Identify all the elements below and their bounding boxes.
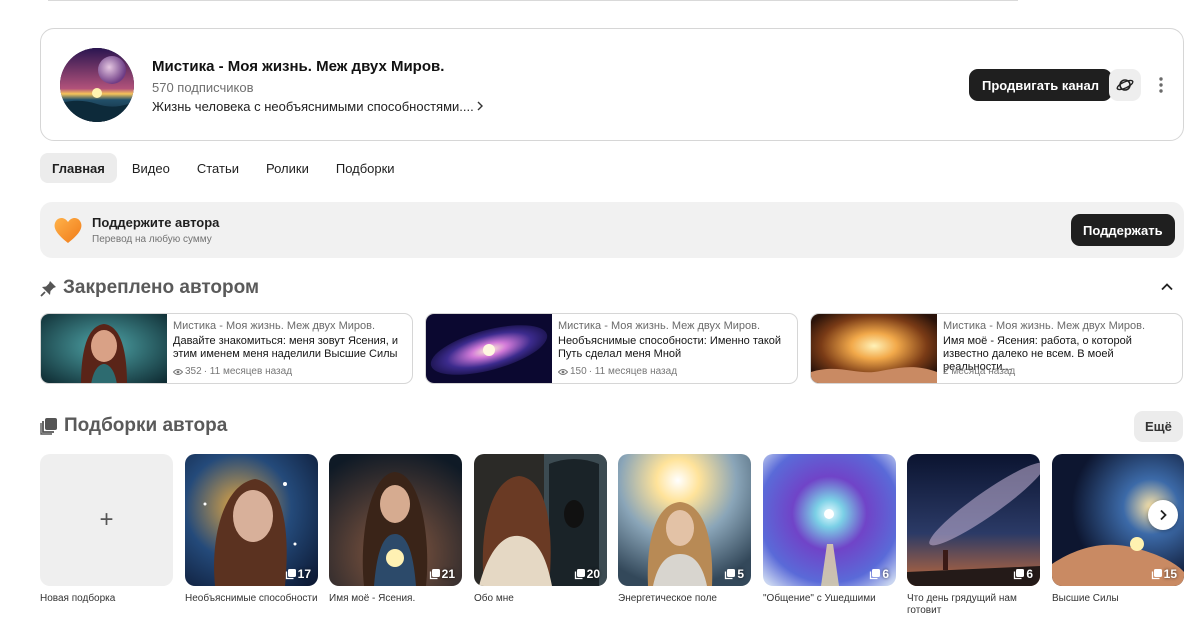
- view-count: 352: [185, 366, 202, 377]
- collection-count-value: 6: [882, 567, 889, 581]
- collection-count: 5: [724, 567, 744, 581]
- publish-time: · 11 месяцев назад: [203, 366, 293, 377]
- tab-collections[interactable]: Подборки: [324, 153, 407, 183]
- channel-description-text: Жизнь человека с необъяснимыми способнос…: [152, 98, 474, 114]
- stack-icon: [429, 568, 440, 579]
- collection-count-value: 20: [586, 567, 600, 581]
- planet-icon: [1116, 79, 1134, 91]
- chevron-right-icon: [476, 98, 484, 114]
- stack-icon: [870, 568, 881, 579]
- new-collection-button[interactable]: +: [40, 454, 173, 586]
- channel-tabs: Главная Видео Статьи Ролики Подборки: [40, 153, 410, 183]
- pinned-card[interactable]: Мистика - Моя жизнь. Меж двух Миров. Дав…: [40, 313, 413, 384]
- planet-button[interactable]: [1109, 69, 1141, 101]
- pinned-section-heading: Закреплено автором: [40, 277, 259, 299]
- pinned-title: Необъяснимые способности: Именно такой П…: [558, 335, 782, 360]
- subscriber-count: 570 подписчиков: [152, 80, 254, 95]
- more-options-button[interactable]: [1149, 69, 1173, 101]
- publish-time: · 11 месяцев назад: [588, 366, 678, 377]
- support-button[interactable]: Поддержать: [1071, 214, 1175, 246]
- collection-label: Необъяснимые способности: [185, 593, 318, 604]
- pinned-meta: 352 · 11 месяцев назад: [173, 366, 292, 377]
- collection-stack-icon: [40, 418, 57, 435]
- eye-icon: [173, 368, 183, 375]
- pinned-channel-name: Мистика - Моя жизнь. Меж двух Миров.: [943, 320, 1146, 332]
- collection-tile[interactable]: 5: [618, 454, 751, 586]
- collections-section-heading: Подборки автора: [40, 415, 227, 437]
- chevron-right-icon: [1160, 509, 1167, 521]
- collection-tile[interactable]: 6: [907, 454, 1040, 586]
- plus-icon: +: [99, 506, 114, 533]
- tab-main[interactable]: Главная: [40, 153, 117, 183]
- chevron-up-icon[interactable]: [1160, 280, 1174, 294]
- channel-description[interactable]: Жизнь человека с необъяснимыми способнос…: [152, 98, 484, 114]
- more-collections-button[interactable]: Ещё: [1134, 411, 1183, 442]
- pin-icon: [40, 280, 56, 297]
- pinned-meta: 150 · 11 месяцев назад: [558, 366, 677, 377]
- collection-tile[interactable]: 17: [185, 454, 318, 586]
- kebab-menu-icon: [1159, 77, 1163, 93]
- collection-count: 6: [869, 567, 889, 581]
- pinned-meta: 2 месяца назад: [943, 366, 1015, 377]
- pinned-thumbnail: [41, 314, 167, 383]
- support-subtitle: Перевод на любую сумму: [92, 234, 212, 245]
- pinned-card[interactable]: Мистика - Моя жизнь. Меж двух Миров. Нео…: [425, 313, 798, 384]
- pinned-thumbnail: [811, 314, 937, 383]
- view-count: 150: [570, 366, 587, 377]
- support-author-banner: Поддержите автора Перевод на любую сумму…: [40, 202, 1184, 258]
- collection-count: 15: [1151, 567, 1177, 581]
- collection-label: "Общение" с Ушедшими: [763, 593, 876, 604]
- pinned-title: Давайте знакомиться: меня зовут Ясения, …: [173, 335, 398, 360]
- pinned-heading-text: Закреплено автором: [63, 277, 260, 298]
- pinned-card[interactable]: Мистика - Моя жизнь. Меж двух Миров. Имя…: [810, 313, 1183, 384]
- collection-count: 6: [1013, 567, 1033, 581]
- support-title: Поддержите автора: [92, 215, 220, 230]
- collection-label: Высшие Силы: [1052, 593, 1119, 604]
- new-collection-label: Новая подборка: [40, 593, 116, 604]
- publish-time: 2 месяца назад: [943, 366, 1016, 377]
- channel-avatar[interactable]: [60, 48, 134, 122]
- stack-icon: [1014, 568, 1025, 579]
- collection-count: 17: [285, 567, 311, 581]
- collections-heading-text: Подборки автора: [64, 415, 228, 436]
- pinned-channel-name: Мистика - Моя жизнь. Меж двух Миров.: [173, 320, 376, 332]
- carousel-next-button[interactable]: [1148, 500, 1178, 530]
- collection-label: Что день грядущий нам готовит: [907, 593, 1017, 616]
- collection-count-value: 15: [1163, 567, 1177, 581]
- eye-icon: [558, 368, 568, 375]
- stack-icon: [725, 568, 736, 579]
- collection-count-value: 6: [1026, 567, 1033, 581]
- collection-tile[interactable]: 21: [329, 454, 462, 586]
- top-divider: [48, 0, 1018, 1]
- promote-channel-button[interactable]: Продвигать канал: [969, 69, 1112, 101]
- channel-header-card: Мистика - Моя жизнь. Меж двух Миров. 570…: [40, 28, 1184, 141]
- pinned-thumbnail: [426, 314, 552, 383]
- collection-count-value: 5: [737, 567, 744, 581]
- stack-icon: [574, 568, 585, 579]
- collection-count: 21: [429, 567, 455, 581]
- collection-tile[interactable]: 6: [763, 454, 896, 586]
- collection-label: Обо мне: [474, 593, 514, 604]
- stack-icon: [285, 568, 296, 579]
- collection-tile[interactable]: 20: [474, 454, 607, 586]
- collection-label: Имя моё - Ясения.: [329, 593, 416, 604]
- collection-label: Энергетическое поле: [618, 593, 717, 604]
- heart-icon: [54, 217, 82, 243]
- stack-icon: [1151, 568, 1162, 579]
- channel-title: Мистика - Моя жизнь. Меж двух Миров.: [152, 58, 445, 75]
- collection-count: 20: [574, 567, 600, 581]
- tab-shorts[interactable]: Ролики: [254, 153, 321, 183]
- pinned-channel-name: Мистика - Моя жизнь. Меж двух Миров.: [558, 320, 761, 332]
- collection-count-value: 21: [441, 567, 455, 581]
- tab-video[interactable]: Видео: [120, 153, 182, 183]
- collection-count-value: 17: [297, 567, 311, 581]
- tab-articles[interactable]: Статьи: [185, 153, 251, 183]
